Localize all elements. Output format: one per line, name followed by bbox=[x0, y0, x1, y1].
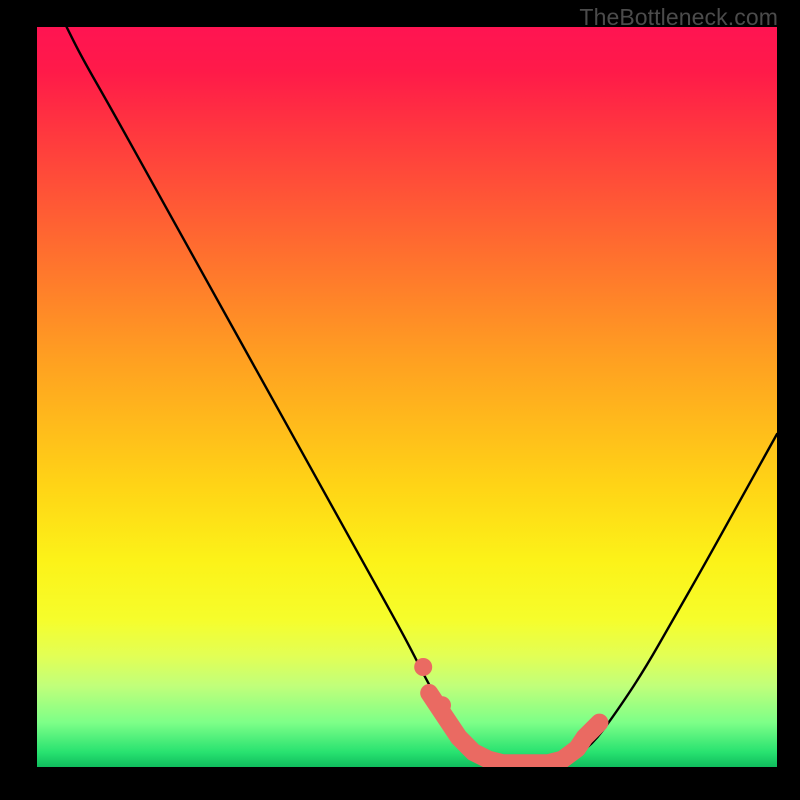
highlighted-range bbox=[414, 658, 599, 763]
marker-dot bbox=[433, 696, 451, 714]
marker-band bbox=[429, 693, 599, 763]
plot-area bbox=[37, 27, 777, 767]
curve-layer bbox=[37, 27, 777, 767]
bottleneck-curve bbox=[67, 27, 777, 763]
marker-dot bbox=[414, 658, 432, 676]
chart-frame: TheBottleneck.com bbox=[0, 0, 800, 800]
